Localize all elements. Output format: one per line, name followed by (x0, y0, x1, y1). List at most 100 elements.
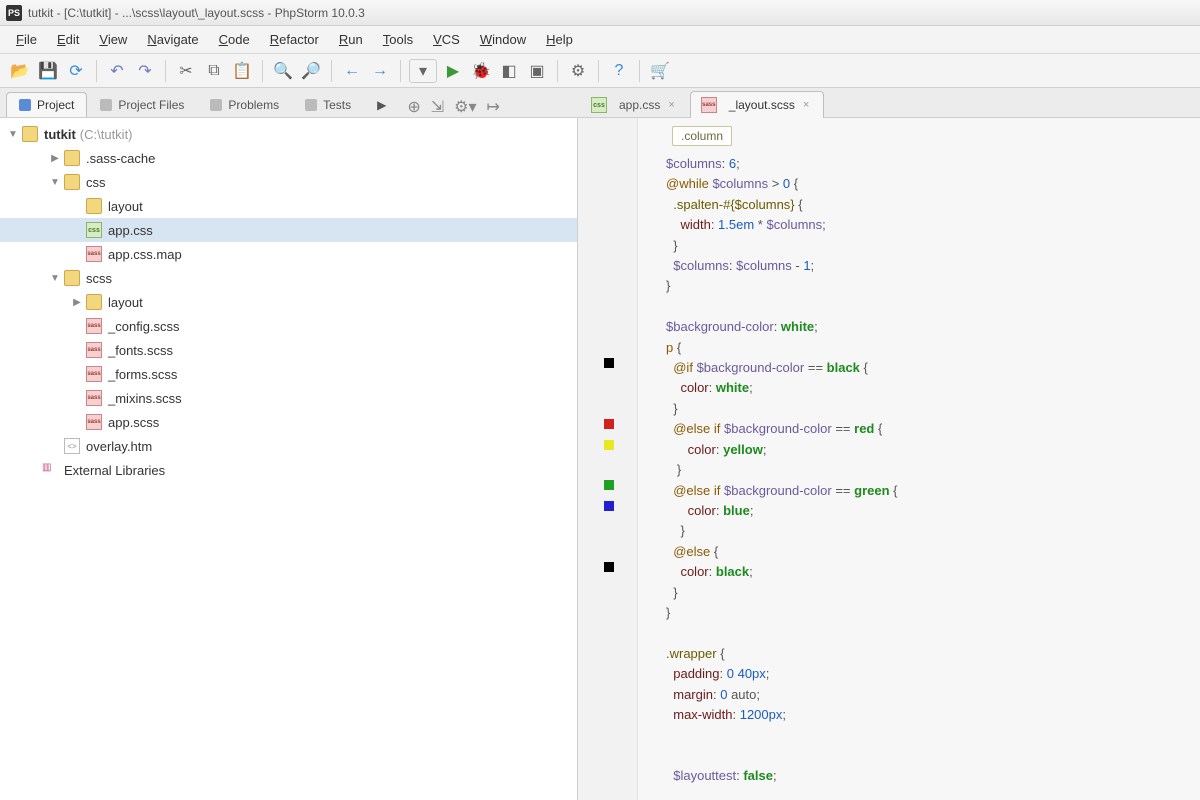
main-toolbar: 📂 💾 ⟳ ↶ ↷ ✂ ⧉ 📋 🔍 🔎 ← → ▾ ▶ 🐞 ◧ ▣ ⚙ ? 🛒 (0, 54, 1200, 88)
toolbar-separator (331, 60, 332, 82)
zoom-out-icon[interactable]: 🔎 (299, 59, 323, 83)
paste-icon[interactable]: 📋 (230, 59, 254, 83)
tree-item-label: layout (108, 199, 143, 214)
tree-root[interactable]: ▼tutkit (C:\tutkit) (0, 122, 577, 146)
tree-item-_forms-scss[interactable]: sass_forms.scss (0, 362, 577, 386)
target-icon[interactable]: ⊕ (407, 97, 420, 117)
tree-item-_fonts-scss[interactable]: sass _fonts.scss (0, 338, 577, 362)
redo-icon[interactable]: ↷ (133, 59, 157, 83)
gear-icon[interactable]: ⚙▾ (454, 97, 476, 117)
menu-refactor[interactable]: Refactor (260, 28, 329, 51)
tree-item-overlay-htm[interactable]: <> overlay.htm (0, 434, 577, 458)
tree-item-label: _mixins.scss (108, 391, 182, 406)
editor-tab-_layout-scss[interactable]: sass_layout.scss× (690, 91, 824, 118)
menu-view[interactable]: View (89, 28, 137, 51)
stop-icon[interactable]: ▣ (525, 59, 549, 83)
cut-icon[interactable]: ✂ (174, 59, 198, 83)
folder-icon (64, 270, 80, 286)
settings-icon[interactable]: ⚙ (566, 59, 590, 83)
editor-tabs: cssapp.css×sass_layout.scss× (580, 88, 824, 118)
tree-item-label: overlay.htm (86, 439, 152, 454)
tree-item--sass-cache[interactable]: ▶.sass-cache (0, 146, 577, 170)
tree-item-label: app.css (108, 223, 153, 238)
tree-item-app-css[interactable]: css app.css (0, 218, 577, 242)
css-file-icon: css (86, 222, 102, 238)
toolbar-separator (400, 60, 401, 82)
tree-item-scss[interactable]: ▼scss (0, 266, 577, 290)
zoom-in-icon[interactable]: 🔍 (271, 59, 295, 83)
run-config-dropdown[interactable]: ▾ (409, 59, 437, 83)
menu-run[interactable]: Run (329, 28, 373, 51)
undo-icon[interactable]: ↶ (105, 59, 129, 83)
more-tabs-icon[interactable]: ▶ (364, 92, 399, 117)
title-bar: PS tutkit - [C:\tutkit] - ...\scss\layou… (0, 0, 1200, 26)
menu-code[interactable]: Code (209, 28, 260, 51)
close-tab-icon[interactable]: × (801, 99, 811, 111)
tree-item-label: scss (86, 271, 112, 286)
gutter-color-swatch (604, 480, 614, 490)
back-icon[interactable]: ← (340, 59, 364, 83)
tree-item-label: app.css.map (108, 247, 182, 262)
toolbar-separator (557, 60, 558, 82)
gutter-color-swatch (604, 419, 614, 429)
tree-item-app-scss[interactable]: sass app.scss (0, 410, 577, 434)
gutter-color-swatch (604, 562, 614, 572)
tool-tab-problems[interactable]: Problems (197, 92, 292, 117)
tree-item-_config-scss[interactable]: sass_config.scss (0, 314, 577, 338)
menu-tools[interactable]: Tools (373, 28, 423, 51)
tree-item-app-css-map[interactable]: sassapp.css.map (0, 242, 577, 266)
menu-help[interactable]: Help (536, 28, 583, 51)
toolbar-separator (262, 60, 263, 82)
copy-icon[interactable]: ⧉ (202, 59, 226, 83)
gutter-color-swatch (604, 358, 614, 368)
tool-tab-tests[interactable]: Tests (292, 92, 364, 117)
tree-item-css[interactable]: ▼css (0, 170, 577, 194)
scss-file-icon: sass (86, 342, 102, 358)
tree-item-label: app.scss (108, 415, 159, 430)
menu-navigate[interactable]: Navigate (137, 28, 208, 51)
menu-vcs[interactable]: VCS (423, 28, 470, 51)
tab-icon (305, 99, 317, 111)
tool-tab-project[interactable]: Project (6, 92, 87, 117)
project-tree-panel: ▼tutkit (C:\tutkit)▶.sass-cache▼css layou… (0, 118, 578, 800)
breadcrumb[interactable]: .column (672, 126, 732, 146)
editor-tab-app-css[interactable]: cssapp.css× (580, 91, 690, 118)
tree-item-label: External Libraries (64, 463, 165, 478)
run-icon[interactable]: ▶ (441, 59, 465, 83)
menu-file[interactable]: File (6, 28, 47, 51)
scss-file-icon: sass (86, 390, 102, 406)
folder-icon (22, 126, 38, 142)
gutter-color-swatch (604, 440, 614, 450)
forward-icon[interactable]: → (368, 59, 392, 83)
tree-item-layout[interactable]: layout (0, 194, 577, 218)
help-icon[interactable]: ? (607, 59, 631, 83)
folder-icon (86, 198, 102, 214)
gutter (578, 118, 638, 800)
menu-window[interactable]: Window (470, 28, 536, 51)
scss-file-icon: sass (701, 97, 717, 113)
tree-item-external-libraries[interactable]: ▥External Libraries (0, 458, 577, 482)
sync-icon[interactable]: ⟳ (64, 59, 88, 83)
window-title: tutkit - [C:\tutkit] - ...\scss\layout\_… (28, 6, 365, 20)
tree-item-layout[interactable]: ▶layout (0, 290, 577, 314)
open-icon[interactable]: 📂 (8, 59, 32, 83)
css-file-icon: css (591, 97, 607, 113)
menu-edit[interactable]: Edit (47, 28, 89, 51)
coverage-icon[interactable]: ◧ (497, 59, 521, 83)
debug-icon[interactable]: 🐞 (469, 59, 493, 83)
tab-icon (19, 99, 31, 111)
deploy-icon[interactable]: 🛒 (648, 59, 672, 83)
scss-file-icon: sass (86, 414, 102, 430)
hide-icon[interactable]: ↦ (487, 97, 500, 117)
tool-tab-project-files[interactable]: Project Files (87, 92, 197, 117)
html-file-icon: <> (64, 438, 80, 454)
code-editor[interactable]: .column $columns: 6; @while $columns > 0… (578, 118, 1200, 800)
tree-item-label: _fonts.scss (108, 343, 173, 358)
tree-item-label: layout (108, 295, 143, 310)
save-icon[interactable]: 💾 (36, 59, 60, 83)
collapse-icon[interactable]: ⇲ (431, 97, 444, 117)
close-tab-icon[interactable]: × (666, 99, 676, 111)
scss-file-icon: sass (86, 366, 102, 382)
toolbar-separator (639, 60, 640, 82)
tree-item-_mixins-scss[interactable]: sass _mixins.scss (0, 386, 577, 410)
